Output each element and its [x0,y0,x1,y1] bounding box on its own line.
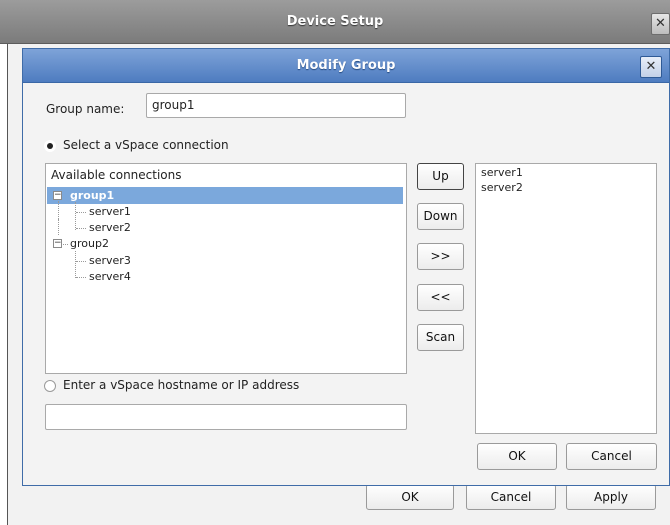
outer-apply-button[interactable]: Apply [566,484,656,510]
outer-window-left-edge [0,44,8,525]
outer-cancel-button[interactable]: Cancel [466,484,556,510]
tree-guide-line [76,212,86,213]
tree-item-server1[interactable]: server1 [89,204,131,220]
outer-close-icon[interactable]: ✕ [651,13,670,35]
radio-select-connection-label: Select a vSpace connection [63,138,229,152]
tree-guide-line [58,219,59,235]
dialog-ok-button[interactable]: OK [477,443,557,470]
radio-select-connection[interactable] [44,140,56,152]
tree-guide-line [63,244,68,245]
tree-guide-line [58,201,59,219]
tree-guide-line [76,277,86,278]
scan-button[interactable]: Scan [417,324,464,351]
dialog-cancel-button[interactable]: Cancel [566,443,657,470]
tree-guide-line [76,228,86,229]
tree-guide-line [75,202,76,230]
hostname-input[interactable] [45,404,407,430]
tree-guide-line [76,261,86,262]
down-button[interactable]: Down [417,203,464,230]
up-button[interactable]: Up [417,163,464,190]
group-name-label: Group name: [46,102,125,116]
group1-collapse-icon[interactable]: − [53,191,62,200]
tree-item-server4[interactable]: server4 [89,269,131,285]
available-connections-header: Available connections [51,168,182,182]
modify-group-dialog: Modify Group ✕ Group name: group1 Select… [22,48,670,486]
remove-from-list-button[interactable]: << [417,284,464,311]
dialog-close-icon[interactable]: ✕ [640,56,662,78]
dialog-title-bar: Modify Group [23,49,669,83]
tree-item-group1[interactable]: group1 [70,188,114,204]
outer-title-bar: Device Setup [0,0,670,44]
group-name-input[interactable]: group1 [146,93,406,118]
tree-item-server3[interactable]: server3 [89,253,131,269]
list-item[interactable]: server2 [481,181,523,194]
outer-window-title: Device Setup [286,14,384,29]
tree-item-server2[interactable]: server2 [89,220,131,236]
radio-enter-hostname-label: Enter a vSpace hostname or IP address [63,378,300,392]
radio-enter-hostname[interactable] [44,380,56,392]
tree-item-group2[interactable]: group2 [70,236,109,252]
outer-ok-button[interactable]: OK [366,484,454,510]
dialog-title: Modify Group [296,58,396,73]
available-connections-tree[interactable]: Available connections − group1 server1 s… [45,163,407,374]
group2-collapse-icon[interactable]: − [53,239,62,248]
selected-servers-list[interactable]: server1 server2 [475,163,657,434]
list-item[interactable]: server1 [481,166,523,179]
tree-guide-line [75,251,76,278]
add-to-list-button[interactable]: >> [417,243,464,270]
